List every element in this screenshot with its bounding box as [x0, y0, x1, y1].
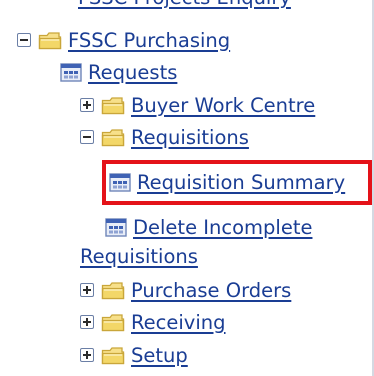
tree-item-setup[interactable]: Setup — [80, 339, 188, 371]
folder-icon — [101, 128, 125, 146]
tree-item-label[interactable]: Requisitions — [80, 245, 198, 268]
folder-icon — [38, 31, 62, 49]
plus-toggle-icon[interactable] — [80, 315, 94, 329]
tree-item-label[interactable]: Requisitions — [131, 126, 249, 149]
tree-item-label[interactable]: Buyer Work Centre — [131, 94, 315, 117]
tree-item-requests[interactable]: Requests — [60, 56, 177, 88]
minus-toggle-icon[interactable] — [80, 130, 94, 144]
highlight-box — [102, 160, 372, 205]
tree-item-label[interactable]: Purchase Orders — [131, 279, 291, 302]
tree-item-receiving[interactable]: Receiving — [80, 306, 226, 338]
folder-icon — [101, 281, 125, 299]
tree-item-label[interactable]: Receiving — [131, 311, 226, 334]
plus-toggle-icon[interactable] — [80, 98, 94, 112]
tree-item-label[interactable]: FSSC Projects Enquiry — [78, 0, 291, 9]
tree-item-buyer-work-centre[interactable]: Buyer Work Centre — [80, 89, 315, 121]
tree-item-requisitions[interactable]: Requisitions — [80, 121, 249, 153]
tree-item-label[interactable]: Setup — [131, 344, 188, 367]
folder-icon — [101, 346, 125, 364]
tree-item-fssc-purchasing[interactable]: FSSC Purchasing — [17, 24, 230, 56]
tree-item-fssc-projects-enquiry[interactable]: FSSC Projects Enquiry — [78, 0, 291, 10]
tree-item-label[interactable]: Delete Incomplete — [133, 216, 312, 239]
function-icon — [105, 217, 127, 237]
tree-item-delete-incomplete[interactable]: Delete Incomplete — [105, 211, 312, 243]
folder-icon — [101, 96, 125, 114]
plus-toggle-icon[interactable] — [80, 348, 94, 362]
tree-item-label[interactable]: FSSC Purchasing — [68, 29, 230, 52]
function-icon — [60, 62, 82, 82]
tree-item-label[interactable]: Requests — [88, 61, 177, 84]
plus-toggle-icon[interactable] — [80, 283, 94, 297]
tree-item-purchase-orders[interactable]: Purchase Orders — [80, 274, 291, 306]
tree-item-delete-incomplete-line2[interactable]: Requisitions — [80, 240, 198, 272]
navigator-tree: FSSC Projects Enquiry FSSC Purchasing Re… — [0, 0, 374, 376]
minus-toggle-icon[interactable] — [17, 33, 31, 47]
folder-icon — [101, 313, 125, 331]
